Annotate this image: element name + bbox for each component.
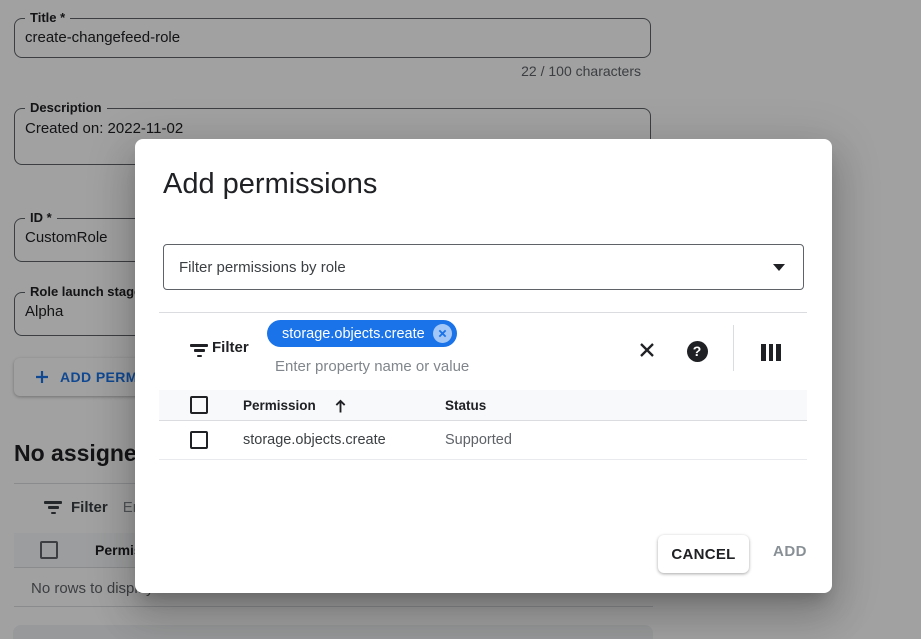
page: Title * create-changefeed-role 22 / 100 … — [0, 0, 921, 639]
permission-cell: storage.objects.create — [243, 421, 386, 460]
cancel-button[interactable]: CANCEL — [658, 535, 749, 573]
dialog-title: Add permissions — [163, 168, 377, 201]
filter-chip[interactable]: storage.objects.create — [267, 320, 457, 347]
filter-icon — [190, 344, 208, 357]
chevron-down-icon — [773, 264, 785, 271]
permission-column-label: Permission — [243, 390, 316, 421]
chip-remove-icon[interactable] — [433, 324, 452, 343]
status-column-header: Status — [445, 390, 486, 421]
clear-filter-button[interactable] — [635, 338, 659, 362]
select-all-checkbox[interactable] — [190, 396, 208, 414]
permission-table-row: storage.objects.create Supported — [159, 421, 807, 460]
filter-chip-label: storage.objects.create — [282, 326, 425, 342]
help-button[interactable]: ? — [685, 339, 709, 363]
row-checkbox[interactable] — [190, 431, 208, 449]
column-options-button[interactable] — [759, 340, 783, 364]
toolbar-vertical-divider — [733, 325, 734, 371]
add-permissions-dialog: Add permissions Filter permissions by ro… — [135, 139, 832, 593]
filter-label: Filter — [212, 339, 249, 356]
permission-column-header[interactable]: Permission — [243, 390, 347, 421]
filter-input-placeholder[interactable]: Enter property name or value — [275, 358, 469, 375]
add-button[interactable]: ADD — [773, 543, 807, 560]
role-filter-dropdown-value: Filter permissions by role — [179, 259, 773, 276]
question-mark-icon: ? — [687, 341, 708, 362]
dialog-table-header: Permission Status — [159, 390, 807, 421]
x-icon — [438, 329, 447, 338]
status-cell: Supported — [445, 421, 512, 460]
toolbar-divider — [159, 312, 807, 313]
close-icon — [637, 340, 657, 360]
role-filter-dropdown[interactable]: Filter permissions by role — [163, 244, 804, 290]
sort-ascending-icon — [334, 398, 347, 414]
columns-icon — [761, 344, 781, 361]
